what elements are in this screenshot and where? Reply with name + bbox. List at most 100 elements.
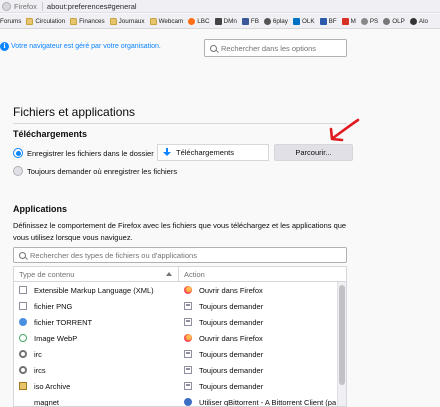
bookmark-label: PS <box>369 17 379 25</box>
file-types-search-input[interactable] <box>30 250 330 260</box>
always-ask-radio[interactable] <box>13 166 23 176</box>
table-row[interactable]: magnet Utiliser qBittorrent - A Bittorre… <box>14 394 346 407</box>
facebook-icon <box>241 17 249 25</box>
table-row[interactable]: ircs Toujours demander <box>14 362 346 378</box>
gear-icon <box>19 366 27 374</box>
save-to-folder-option[interactable]: Enregistrer les fichiers dans le dossier <box>13 148 154 158</box>
application-icon <box>184 318 192 326</box>
olp-icon <box>383 17 391 25</box>
url-text[interactable]: about:preferences#general <box>47 2 137 11</box>
save-to-folder-label[interactable]: Enregistrer les fichiers dans le dossier <box>27 149 154 158</box>
bookmark-ps[interactable]: PS <box>360 17 379 25</box>
table-row[interactable]: iso Archive Toujours demander <box>14 378 346 394</box>
managed-notice-text[interactable]: Votre navigateur est géré par votre orga… <box>11 43 161 50</box>
downloads-title: Téléchargements <box>13 129 88 139</box>
archive-icon <box>19 382 27 390</box>
options-search-input[interactable] <box>221 43 341 53</box>
table-header: Type de contenu Action <box>14 267 346 282</box>
action-label: Toujours demander <box>199 365 264 375</box>
search-icon <box>19 251 26 259</box>
bookmark-label: M <box>350 17 356 25</box>
always-ask-option[interactable]: Toujours demander où enregistrer les fic… <box>13 166 177 176</box>
content-type: fichier TORRENT <box>34 317 93 327</box>
save-to-folder-radio[interactable] <box>13 148 23 158</box>
table-row[interactable]: fichier TORRENT Toujours demander <box>14 314 346 330</box>
bookmark-label: Circulation <box>35 17 66 25</box>
action-dropdown[interactable]: Toujours demander <box>179 350 346 359</box>
bookmark-olk[interactable]: OLK <box>292 17 315 25</box>
applications-title: Applications <box>13 204 68 214</box>
bookmark-label: Webcam <box>158 17 184 25</box>
action-dropdown[interactable]: Ouvrir dans Firefox <box>179 286 346 295</box>
bookmark-finances[interactable]: Finances <box>70 17 105 25</box>
bookmark-m[interactable]: M <box>341 17 356 25</box>
content-type: irc <box>34 349 42 359</box>
always-ask-label[interactable]: Toujours demander où enregistrer les fic… <box>27 167 177 176</box>
bookmark-label: Journaux <box>118 17 145 25</box>
bf-icon <box>319 17 327 25</box>
options-search-box[interactable] <box>204 39 347 57</box>
content-type: magnet <box>34 397 60 407</box>
action-dropdown[interactable]: Toujours demander <box>179 318 346 327</box>
gmail-icon <box>341 17 349 25</box>
bookmark-6play[interactable]: 6play <box>263 17 288 25</box>
outlook-icon <box>292 17 300 25</box>
bookmark-journaux[interactable]: Journaux <box>109 17 145 25</box>
action-label: Toujours demander <box>199 349 264 359</box>
bookmark-webcam[interactable]: Webcam <box>149 17 184 25</box>
bookmark-label: Finances <box>79 17 105 25</box>
column-action-label: Action <box>184 269 205 279</box>
browse-button[interactable]: Parcourir... <box>274 144 353 161</box>
bookmark-label: 6play <box>272 17 288 25</box>
download-icon <box>163 148 171 157</box>
application-icon <box>184 302 192 310</box>
bookmark-label: OLK <box>301 17 315 25</box>
action-dropdown[interactable]: Toujours demander <box>179 382 346 391</box>
action-dropdown[interactable]: Ouvrir dans Firefox <box>179 334 346 343</box>
action-dropdown[interactable]: Toujours demander <box>179 366 346 375</box>
content-type: Image WebP <box>34 333 78 343</box>
bookmark-bf[interactable]: BF <box>319 17 337 25</box>
download-folder-field: Téléchargements <box>157 144 269 161</box>
annotation-arrow-icon <box>329 118 360 142</box>
alo-icon <box>409 17 417 25</box>
action-label: Ouvrir dans Firefox <box>199 285 263 295</box>
bookmark-olp[interactable]: OLP <box>383 17 405 25</box>
table-row[interactable]: Image WebP Ouvrir dans Firefox <box>14 330 346 346</box>
torrent-icon <box>19 318 27 326</box>
folder-icon <box>70 17 78 25</box>
bookmark-label: Forums <box>0 17 22 25</box>
bookmark-lbc[interactable]: LBC <box>188 17 210 25</box>
bookmark-circulation[interactable]: Circulation <box>26 17 66 25</box>
lbc-icon <box>188 17 196 25</box>
table-row[interactable]: Extensible Markup Language (XML) Ouvrir … <box>14 282 346 298</box>
bookmark-label: LBC <box>197 17 210 25</box>
applications-table: Type de contenu Action Extensible Markup… <box>13 266 347 407</box>
managed-notice[interactable]: i Votre navigateur est géré par votre or… <box>0 42 161 51</box>
url-bar[interactable]: Firefox about:preferences#general <box>0 0 440 13</box>
content-type: Extensible Markup Language (XML) <box>34 285 154 295</box>
column-header-action[interactable]: Action <box>179 267 346 281</box>
action-dropdown[interactable]: Toujours demander <box>179 302 346 311</box>
table-row[interactable]: fichier PNG Toujours demander <box>14 298 346 314</box>
bookmark-label: FB <box>250 17 259 25</box>
file-types-search-box[interactable] <box>13 247 347 263</box>
table-row[interactable]: irc Toujours demander <box>14 346 346 362</box>
table-scrollbar[interactable] <box>337 282 346 406</box>
column-header-type[interactable]: Type de contenu <box>14 267 179 281</box>
firefox-icon <box>184 334 192 342</box>
bookmark-alo[interactable]: Alo <box>409 17 428 25</box>
action-label: Toujours demander <box>199 317 264 327</box>
bookmark-forums[interactable]: Forums <box>0 18 21 25</box>
action-dropdown[interactable]: Utiliser qBittorrent - A Bittorrent Clie… <box>179 398 346 406</box>
bookmark-label: Alo <box>418 17 428 25</box>
content-type: fichier PNG <box>34 301 73 311</box>
content-type: iso Archive <box>34 381 71 391</box>
scrollbar-thumb[interactable] <box>339 285 345 385</box>
bookmark-dmn[interactable]: DMn <box>214 17 237 25</box>
folder-icon <box>26 17 34 25</box>
column-type-label: Type de contenu <box>19 269 75 279</box>
bookmark-label: DMn <box>223 17 237 25</box>
application-icon <box>184 350 192 358</box>
bookmark-fb[interactable]: FB <box>241 17 259 25</box>
